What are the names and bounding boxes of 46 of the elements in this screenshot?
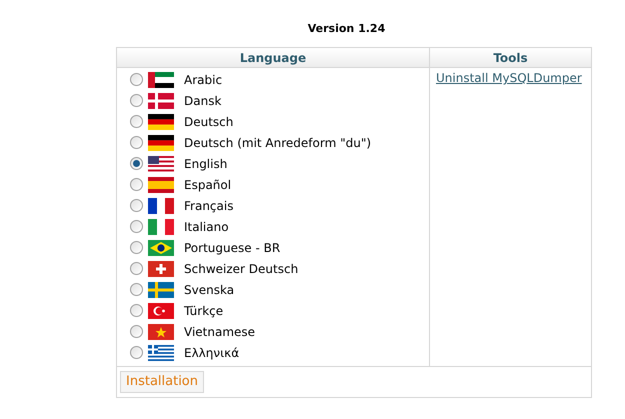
language-label: Français [184, 198, 234, 214]
radio-button[interactable] [130, 178, 143, 191]
flag-icon [148, 134, 174, 150]
flag-icon [148, 198, 174, 214]
language-label: Ελληνικά [184, 344, 240, 362]
flag-icon [148, 72, 174, 88]
radio-button[interactable] [130, 94, 143, 107]
language-label: Deutsch (mit Anredeform "du") [184, 134, 372, 152]
language-label: Italiano [184, 218, 229, 236]
radio-button[interactable] [130, 241, 143, 254]
flag-icon [148, 114, 174, 130]
language-label: Türkçe [184, 302, 224, 320]
language-label: Deutsch [184, 114, 234, 130]
flag-icon [148, 240, 174, 256]
radio-button[interactable] [130, 346, 143, 359]
radio-button[interactable] [130, 73, 143, 86]
radio-button[interactable] [130, 115, 143, 128]
column-header: Tools [430, 48, 591, 68]
radio-button[interactable] [130, 262, 143, 275]
language-label: Svenska [184, 282, 234, 298]
column-header: Language [117, 48, 429, 68]
radio-button[interactable] [130, 304, 143, 317]
version-title: Version 1.24 [308, 21, 386, 37]
flag-icon [148, 302, 174, 318]
radio-button[interactable] [130, 199, 143, 212]
radio-button[interactable] [130, 283, 143, 296]
flag-icon [148, 218, 174, 234]
flag-icon [148, 324, 174, 340]
language-label: Vietnamese [184, 324, 256, 340]
flag-icon [148, 282, 174, 298]
flag-icon [148, 344, 174, 360]
language-label: English [184, 156, 228, 172]
language-label: Español [184, 176, 232, 194]
radio-button[interactable] [130, 325, 143, 338]
radio-button[interactable] [130, 220, 143, 233]
radio-button[interactable] [130, 157, 143, 170]
language-label: Schweizer Deutsch [184, 260, 298, 278]
uninstall-link[interactable]: Uninstall MySQLDumper [436, 69, 582, 87]
language-label: Arabic [184, 72, 222, 88]
flag-icon [148, 92, 174, 108]
radio-button[interactable] [130, 136, 143, 149]
flag-icon [148, 156, 174, 172]
language-label: Portuguese - BR [184, 240, 280, 256]
flag-icon [148, 260, 174, 276]
flag-icon [148, 176, 174, 192]
language-label: Dansk [184, 92, 222, 110]
